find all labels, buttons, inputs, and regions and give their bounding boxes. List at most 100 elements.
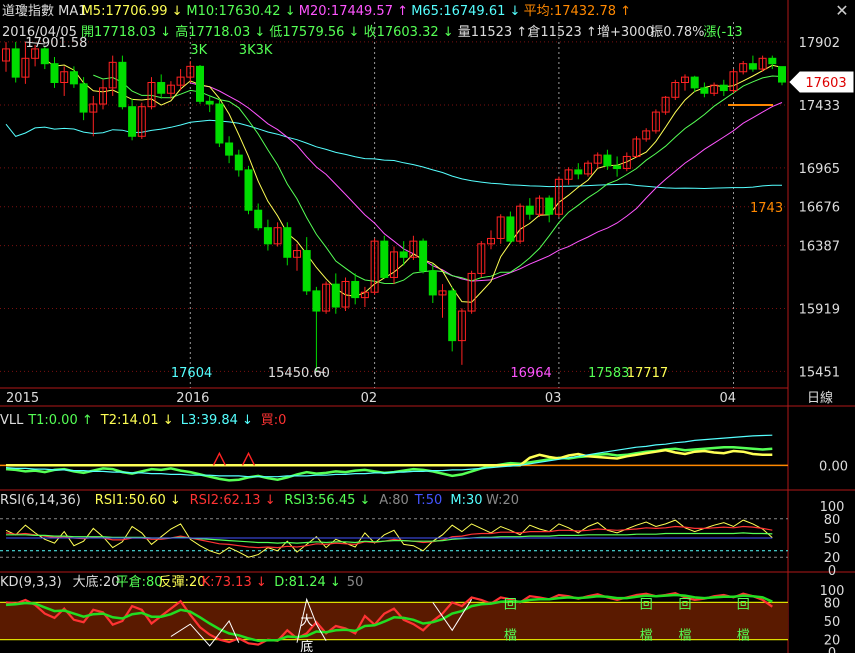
kd-text-mark-3: 檔: [504, 629, 517, 644]
current-price-label: 17603: [805, 76, 846, 91]
price-tick-label-3: 16676: [799, 201, 840, 216]
kd-legend-6: 50: [347, 575, 364, 590]
candle-body[interactable]: [40, 48, 49, 65]
candle-body[interactable]: [545, 197, 554, 215]
candle-body[interactable]: [263, 227, 272, 245]
rsi-legend-2: RSI2:62.13 ↓: [190, 493, 276, 508]
candle-body[interactable]: [254, 209, 263, 229]
kd-text-mark-1: 底: [300, 639, 313, 653]
candle-body[interactable]: [331, 283, 340, 308]
price-tick-label-1: 17433: [799, 99, 840, 114]
candle-body[interactable]: [603, 154, 612, 167]
quote-value-8: 漲(-13: [703, 25, 742, 40]
rsi-legend-0: RSI(6,14,36): [0, 493, 81, 508]
candle-body[interactable]: [448, 290, 457, 342]
candle-body[interactable]: [69, 71, 78, 85]
quote-value-7: 振0.78%: [650, 25, 704, 40]
price-tick-label-0: 17902: [799, 36, 840, 51]
vll-series-T2: [6, 448, 773, 467]
price-annotation-7: 17717: [627, 366, 668, 381]
kd-legend-5: D:81.24 ↓: [274, 575, 341, 590]
candle-body[interactable]: [778, 66, 786, 83]
candle-body[interactable]: [157, 82, 166, 94]
close-icon[interactable]: ✕: [833, 2, 851, 20]
vll-buy-marker-0: [212, 451, 227, 466]
candle-body[interactable]: [719, 84, 728, 92]
kd-text-mark-9: 檔: [737, 629, 750, 644]
quote-value-5: 倉11523 ↑: [527, 25, 596, 40]
price-tick-label-5: 15919: [799, 303, 840, 318]
quote-value-1: 高17718.03 ↓: [175, 24, 265, 40]
candle-body[interactable]: [419, 240, 428, 272]
kd-text-mark-0: 大: [300, 614, 313, 629]
candle-body[interactable]: [225, 142, 234, 156]
candle-body[interactable]: [351, 280, 360, 299]
candle-body[interactable]: [380, 240, 389, 278]
candle-body[interactable]: [574, 169, 583, 175]
candle-body[interactable]: [79, 83, 88, 113]
rsi-series-RSI1: [5, 519, 773, 558]
candle-body[interactable]: [244, 169, 253, 211]
rsi-legend-6: M:30: [450, 493, 482, 508]
candle-body[interactable]: [215, 103, 224, 144]
ma10-line: [93, 74, 783, 285]
candle-body[interactable]: [11, 48, 20, 78]
vll-buy-marker-1: [241, 451, 256, 466]
candle-body[interactable]: [506, 216, 515, 242]
candle-body[interactable]: [613, 165, 622, 170]
ma-value-1: M10:17630.42 ↓: [186, 4, 295, 19]
ma65-line: [5, 119, 782, 190]
month-label-1: 2016: [176, 391, 209, 406]
candle-body[interactable]: [428, 270, 437, 296]
candle-body[interactable]: [283, 227, 292, 258]
kd-tick-label-1: 80: [824, 596, 841, 611]
vll-legend-3: L3:39.84 ↓: [181, 413, 253, 428]
kd-legend-4: K:73.13 ↓: [202, 575, 267, 590]
vll-legend-1: T1:0.00 ↑: [27, 413, 93, 428]
candle-body[interactable]: [50, 63, 59, 83]
month-label-0: 2015: [6, 391, 39, 406]
candle-body[interactable]: [690, 76, 699, 89]
ma-value-3: M65:16749.61 ↓: [411, 4, 520, 19]
month-label-2: 02: [361, 391, 378, 406]
candle-body[interactable]: [196, 65, 204, 102]
vll-tick-label: 0.00: [819, 459, 848, 474]
candle-body[interactable]: [118, 61, 127, 108]
period-label: 日線: [807, 390, 833, 406]
kd-tick-label-4: 0: [828, 646, 836, 653]
candle-body[interactable]: [128, 106, 137, 137]
kd-text-mark-7: 檔: [678, 629, 691, 644]
candle-body[interactable]: [205, 100, 214, 105]
candle-body[interactable]: [234, 154, 243, 171]
ma-value-2: M20:17449.57 ↑: [299, 4, 408, 19]
kd-tick-label-2: 50: [824, 615, 841, 630]
price-annotation-0: 17901.58: [25, 36, 87, 51]
candle-body[interactable]: [768, 57, 777, 65]
kd-text-mark-2: 回: [504, 598, 517, 613]
candle-body[interactable]: [525, 205, 534, 215]
price-annotation-5: 16964: [510, 366, 551, 381]
ma-value-4: 平均:17432.78 ↑: [524, 4, 631, 19]
candle-body[interactable]: [748, 63, 757, 70]
kd-legend-0: KD(9,3,3): [0, 575, 62, 590]
ma-value-0: M5:17706.99 ↓: [82, 4, 183, 19]
price-tick-label-4: 16387: [799, 240, 840, 255]
price-annotation-3: 17604: [171, 366, 212, 381]
ma20-line: [190, 82, 783, 282]
price-tick-label-2: 16965: [799, 162, 840, 177]
kd-legend-2: 平倉:80: [116, 575, 163, 590]
vll-legend-4: 買:0: [261, 413, 287, 428]
candle-body[interactable]: [302, 250, 311, 292]
candle-body[interactable]: [700, 87, 709, 94]
ma-title: 道瓊指數 MA1: [2, 4, 87, 19]
candle-body[interactable]: [399, 251, 408, 258]
stock-chart[interactable]: 道瓊指數 MA1M5:17706.99 ↓ M10:17630.42 ↓ M20:1…: [0, 0, 855, 653]
month-label-4: 04: [720, 391, 737, 406]
quote-value-4: 量11523 ↑: [458, 25, 527, 40]
rsi-tick-label-2: 50: [824, 532, 841, 547]
kd-legend-3: 反彈:20: [159, 575, 206, 590]
rsi-legend-1: RSI1:50.60 ↓: [95, 493, 181, 508]
price-tick-label-6: 15451: [799, 365, 840, 380]
candle-body[interactable]: [312, 290, 321, 312]
kd-text-mark-4: 回: [640, 598, 653, 613]
